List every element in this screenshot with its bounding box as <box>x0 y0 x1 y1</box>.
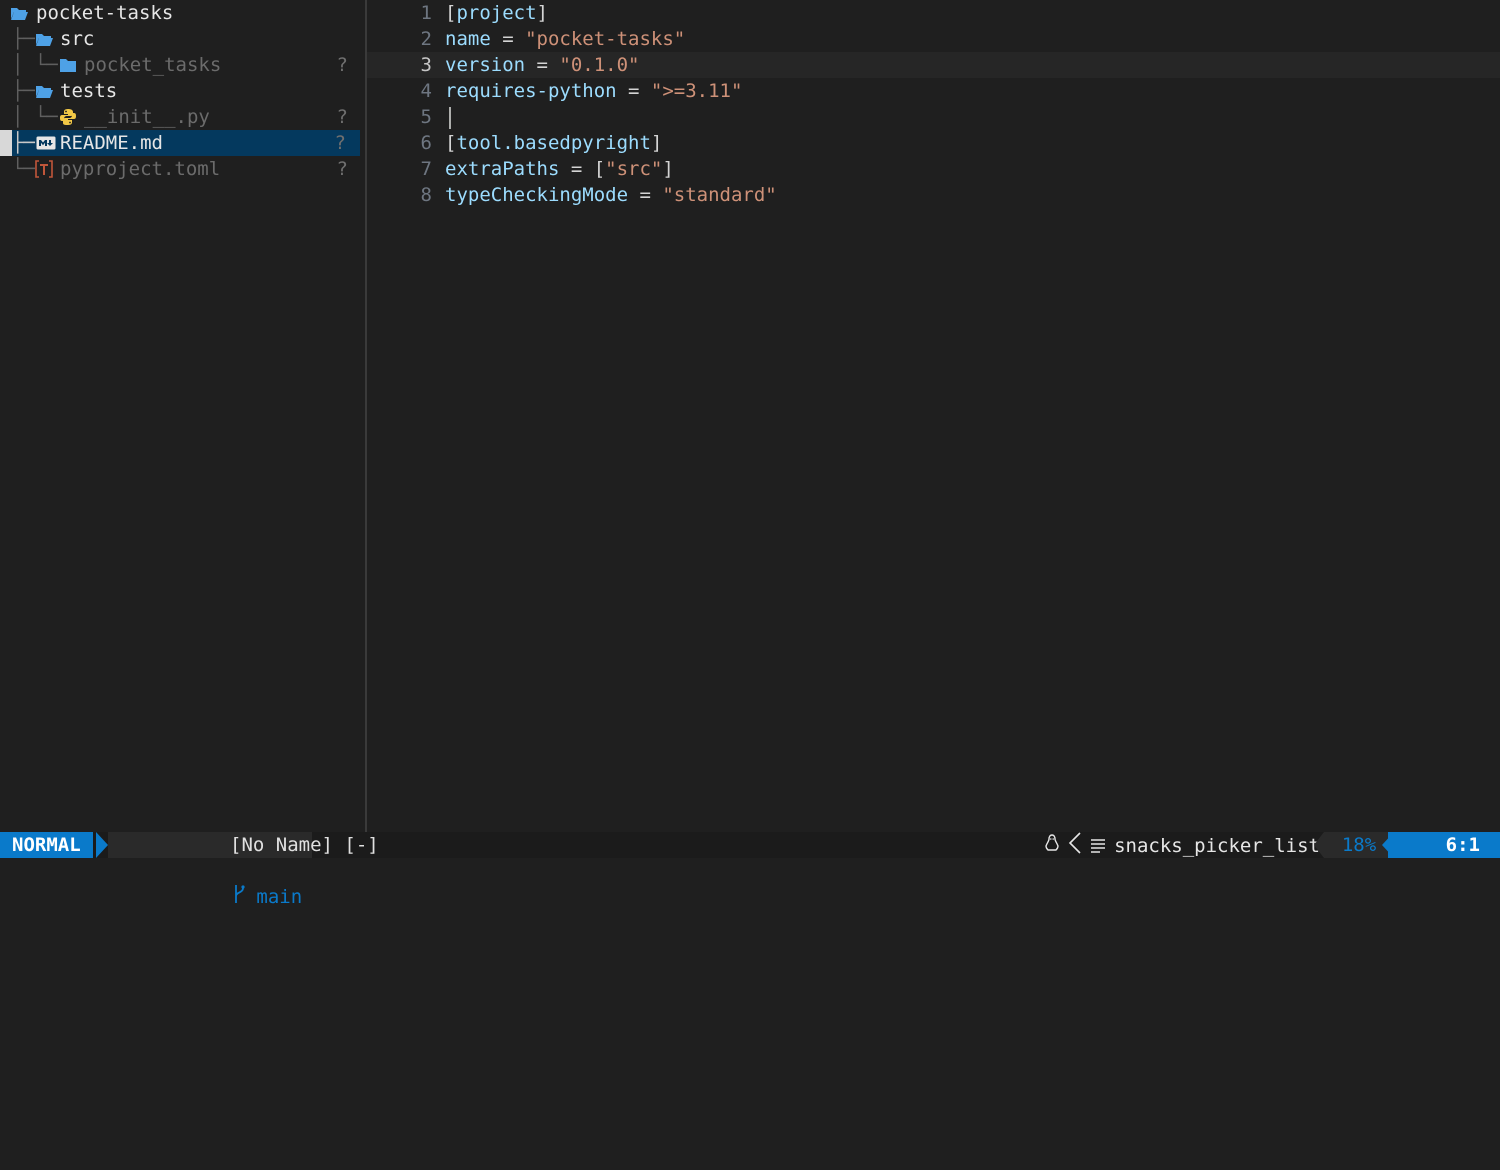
tree-guide: │ └─ <box>12 54 58 76</box>
toml-punct: = <box>616 80 651 102</box>
git-status-untracked: ? <box>334 132 346 154</box>
toml-key: requires-python <box>445 80 617 102</box>
tree-item-tests[interactable]: ├─ tests <box>0 78 362 104</box>
toml-punct: = <box>628 184 663 206</box>
code-line[interactable]: 4 requires-python = ">=3.11" <box>367 78 1500 104</box>
toml-key: version <box>445 54 526 76</box>
command-line[interactable] <box>0 858 1500 885</box>
tree-guide: └─ <box>12 158 35 180</box>
linux-icon <box>1044 833 1060 860</box>
toml-string: "standard" <box>662 184 777 206</box>
tree-item-readme[interactable]: ├─ README.md ? <box>0 130 360 156</box>
toml-key: project <box>456 2 537 24</box>
tree-guide: ├─ <box>12 80 35 102</box>
line-number: 6 <box>420 132 432 154</box>
code-line[interactable]: 1 [project] <box>367 0 1500 26</box>
toml-string: "0.1.0" <box>559 54 640 76</box>
tree-item-label: src <box>60 28 95 50</box>
toml-punct: = [ <box>559 158 606 180</box>
toml-key: name <box>445 28 491 50</box>
toml-key: tool.basedpyright <box>456 132 651 154</box>
toml-string: "pocket-tasks" <box>525 28 686 50</box>
editor-pane[interactable]: 1 [project] 2 name = "pocket-tasks" 3 version… <box>367 0 1500 832</box>
filetype-label: snacks_picker_list <box>1114 835 1320 857</box>
toml-key: extraPaths <box>445 158 560 180</box>
folder-open-icon <box>8 0 30 26</box>
line-number: 7 <box>420 158 432 180</box>
line-content <box>445 104 451 130</box>
line-content: version = "0.1.0" <box>445 52 639 78</box>
toml-punct: [ <box>445 132 457 154</box>
code-line[interactable]: 7 extraPaths = ["src"] <box>367 156 1500 182</box>
toml-string: ">=3.11" <box>650 80 743 102</box>
tree-guide: │ └─ <box>12 106 58 128</box>
markdown-icon <box>35 130 57 156</box>
line-number: 1 <box>420 2 432 24</box>
selection-marker <box>0 130 12 156</box>
line-content: extraPaths = ["src"] <box>445 156 674 182</box>
git-status-untracked: ? <box>336 54 348 76</box>
line-content: [tool.basedpyright] <box>445 130 662 156</box>
text-lines-icon <box>1090 834 1106 860</box>
toml-punct: ] <box>650 132 663 154</box>
toml-punct: = <box>525 54 560 76</box>
folder-open-icon <box>33 26 55 52</box>
toml-icon <box>33 156 55 182</box>
line-content: typeCheckingMode = "standard" <box>445 182 777 208</box>
text-cursor <box>449 106 451 129</box>
separator-arrow <box>204 832 216 858</box>
tree-guide: ├─ <box>12 28 35 50</box>
chevron-left-icon <box>1068 832 1082 861</box>
line-content: name = "pocket-tasks" <box>445 26 685 52</box>
tree-item-src[interactable]: ├─ src <box>0 26 362 52</box>
git-branch-name: main <box>256 886 303 908</box>
toml-key: typeCheckingMode <box>445 184 629 206</box>
tree-guide: ├─ <box>12 132 35 154</box>
tree-item-label: README.md <box>60 132 163 154</box>
toml-string: "src" <box>605 158 663 180</box>
toml-punct: ] <box>536 2 548 24</box>
cursor-position: 6:1 <box>1388 832 1500 858</box>
buffer-name: [No Name] [-] <box>230 834 379 856</box>
code-line[interactable]: 3 version = "0.1.0" <box>367 52 1500 78</box>
tree-root-label: pocket-tasks <box>36 2 174 24</box>
mode-indicator: NORMAL <box>0 832 93 858</box>
tree-item-pocket-tasks[interactable]: │ └─ pocket_tasks ? <box>0 52 362 78</box>
line-number: 5 <box>420 106 432 128</box>
folder-open-icon <box>33 78 55 104</box>
line-content: requires-python = ">=3.11" <box>445 78 742 104</box>
toml-punct: [ <box>445 2 457 24</box>
toml-punct: = <box>490 28 526 50</box>
code-line[interactable]: 2 name = "pocket-tasks" <box>367 26 1500 52</box>
tree-item-init-py[interactable]: │ └─ __init__.py ? <box>0 104 362 130</box>
tree-root[interactable]: pocket-tasks <box>0 0 362 26</box>
separator-arrow <box>96 832 108 858</box>
code-line[interactable]: 5 <box>367 104 1500 130</box>
git-status-untracked: ? <box>336 106 348 128</box>
line-number: 3 <box>420 54 432 76</box>
toml-punct: ] <box>662 158 674 180</box>
file-explorer: pocket-tasks ├─ src │ └─ pocket_tasks ? … <box>0 0 362 832</box>
separator-arrow <box>1314 832 1324 858</box>
tree-item-label: pyproject.toml <box>60 158 221 180</box>
tree-item-pyproject[interactable]: └─ pyproject.toml ? <box>0 156 362 182</box>
code-line[interactable]: 8 typeCheckingMode = "standard" <box>367 182 1500 208</box>
line-number: 2 <box>420 28 432 50</box>
tree-item-label: __init__.py <box>84 106 210 128</box>
line-number: 8 <box>420 184 432 206</box>
git-status-untracked: ? <box>336 158 348 180</box>
code-line[interactable]: 6 [tool.basedpyright] <box>367 130 1500 156</box>
line-content: [project] <box>445 0 548 26</box>
status-line: NORMAL main [No Name] [-] snacks_picker_… <box>0 832 1500 908</box>
folder-icon <box>57 52 79 78</box>
tree-item-label: pocket_tasks <box>84 54 222 76</box>
filetype-segment: snacks_picker_list <box>1044 832 1320 858</box>
tree-item-label: tests <box>60 80 118 102</box>
line-number: 4 <box>420 80 432 102</box>
python-icon <box>57 104 79 130</box>
